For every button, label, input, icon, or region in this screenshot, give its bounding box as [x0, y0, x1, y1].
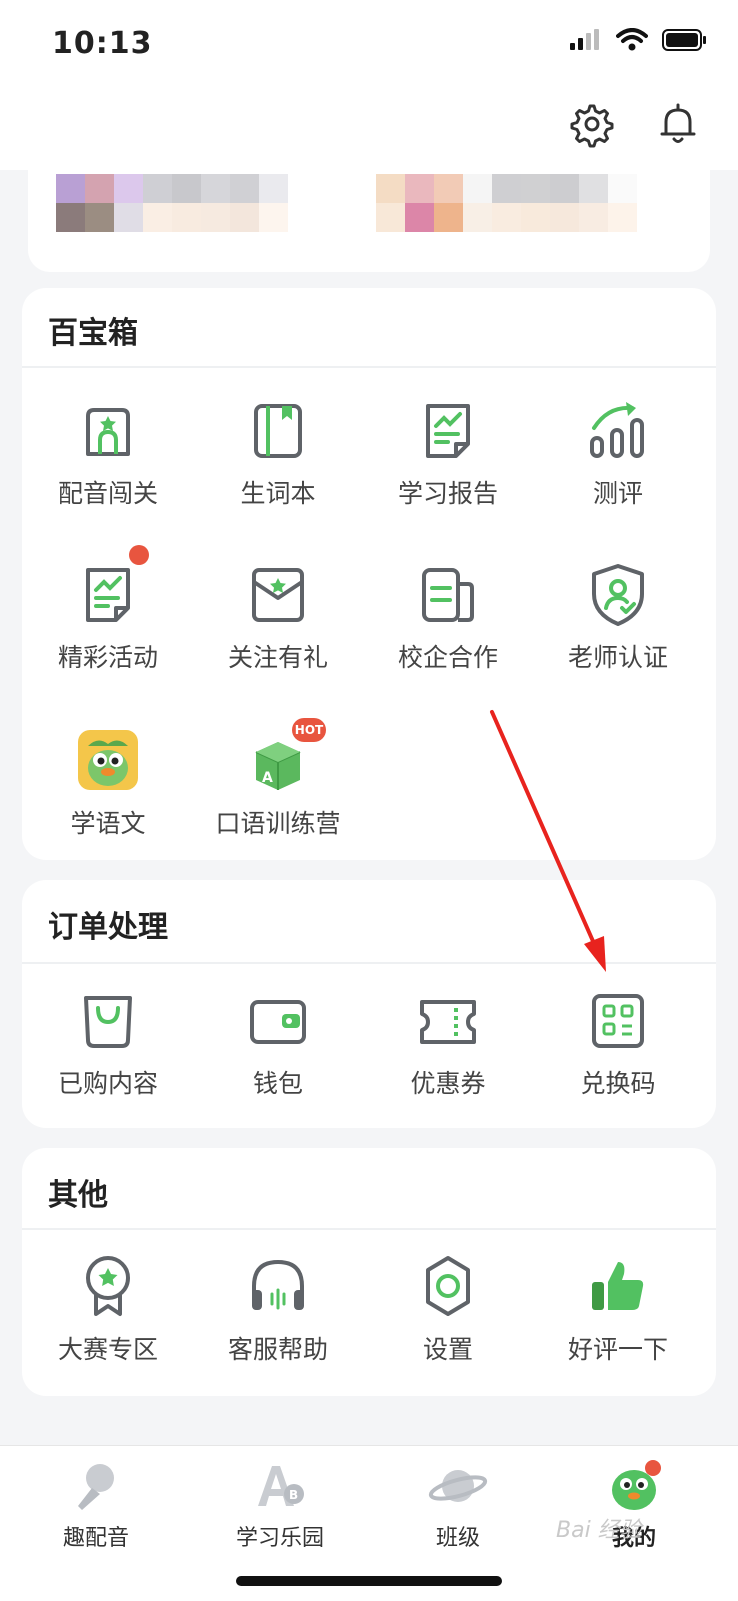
settings-gear-icon: [426, 1256, 470, 1316]
dubbing-level-icon: [86, 408, 130, 456]
tab-learning-park[interactable]: B 学习乐园: [188, 1456, 372, 1552]
status-bar: 10:13: [0, 0, 738, 90]
watermark: Bai 经验: [556, 1518, 642, 1543]
grid-item-label: 已购内容: [57, 1069, 158, 1098]
grid-item-speaking-camp[interactable]: A HOT 口语训练营: [192, 718, 364, 840]
contest-medal-icon: [86, 1256, 130, 1316]
vocabulary-book-icon: [254, 404, 302, 458]
cellular-signal-icon: [570, 29, 599, 50]
mascot-avatar-icon: [612, 1460, 661, 1510]
profile-card-blurred[interactable]: [28, 170, 710, 272]
divider: [22, 366, 716, 368]
teacher-certification-icon: [592, 564, 644, 626]
activities-icon: [86, 568, 130, 622]
grid-item-label: 大赛专区: [57, 1335, 158, 1364]
top-bar: [0, 90, 738, 170]
grid-item-vocabulary-book[interactable]: 生词本: [192, 394, 364, 510]
follow-gift-icon: [252, 568, 304, 622]
grid-item-label: 测评: [592, 479, 643, 508]
grid-item-label: 校企合作: [397, 643, 498, 672]
grid-item-wallet[interactable]: 钱包: [192, 984, 364, 1100]
abc-letters-icon: B: [258, 1466, 304, 1506]
microphone-icon: [78, 1464, 114, 1510]
coupon-icon: [420, 1000, 476, 1044]
grid-item-purchased[interactable]: 已购内容: [22, 984, 194, 1100]
section-title: 百宝箱: [48, 316, 138, 351]
grid-item-label: 生词本: [240, 479, 316, 508]
grid-item-redeem-code[interactable]: 兑换码: [532, 984, 704, 1100]
tab-label: 趣配音: [62, 1526, 129, 1551]
grid-item-settings[interactable]: 设置: [362, 1250, 534, 1366]
grid-item-coupon[interactable]: 优惠券: [362, 984, 534, 1100]
grid-item-label: 兑换码: [580, 1069, 656, 1098]
grid-item-study-report[interactable]: 学习报告: [362, 394, 534, 510]
assessment-icon: [590, 402, 644, 458]
tab-dubbing[interactable]: 趣配音: [4, 1456, 188, 1552]
grid-item-good-review[interactable]: 好评一下: [532, 1250, 704, 1366]
grid-item-label: 好评一下: [567, 1335, 668, 1364]
grid-item-label: 精彩活动: [57, 643, 158, 672]
planet-icon: [428, 1470, 488, 1502]
school-cooperation-icon: [422, 568, 474, 622]
customer-service-headset-icon: [252, 1259, 304, 1310]
other-card: 其他 大赛专区 客服帮助 设置 好评一下: [22, 1148, 716, 1396]
purchased-bag-icon: [84, 996, 132, 1048]
tab-label: 学习乐园: [235, 1526, 324, 1551]
divider: [22, 962, 716, 964]
battery-icon: [662, 29, 706, 51]
wallet-icon: [250, 1000, 306, 1044]
wifi-icon: [616, 28, 648, 51]
hot-badge: HOT: [292, 718, 326, 742]
grid-item-label: 客服帮助: [227, 1335, 328, 1364]
tab-label: 班级: [435, 1526, 480, 1551]
grid-item-label: 优惠券: [410, 1069, 486, 1098]
orders-card: 订单处理 已购内容 钱包 优惠券 兑换码: [22, 880, 716, 1128]
notification-bell-icon[interactable]: [654, 100, 702, 148]
learn-chinese-app-icon: [78, 730, 138, 790]
grid-item-teacher-certification[interactable]: 老师认证: [532, 558, 704, 674]
toolbox-card: 百宝箱 配音闯关 生词本 学习报告 测评 精彩活动 关注有礼 校企合作 老师认证…: [22, 288, 716, 860]
section-title: 订单处理: [48, 910, 168, 945]
profile-avatar-blurred: [56, 174, 288, 232]
grid-item-dubbing-level[interactable]: 配音闯关: [22, 394, 194, 510]
grid-item-assessment[interactable]: 测评: [532, 394, 704, 510]
grid-item-label: 口语训练营: [215, 809, 341, 838]
divider: [22, 1228, 716, 1230]
study-report-icon: [426, 404, 470, 458]
profile-info-blurred: [376, 174, 666, 232]
redeem-code-icon: [592, 994, 644, 1048]
grid-item-label: 配音闯关: [57, 479, 158, 508]
settings-gear-icon[interactable]: [568, 100, 616, 148]
thumbs-up-icon: [592, 1262, 644, 1310]
home-indicator[interactable]: [236, 1576, 502, 1586]
grid-item-school-cooperation[interactable]: 校企合作: [362, 558, 534, 674]
status-time: 10:13: [52, 26, 153, 61]
grid-item-customer-service[interactable]: 客服帮助: [192, 1250, 364, 1366]
grid-item-label: 学习报告: [397, 479, 498, 508]
grid-item-learn-chinese[interactable]: 学语文: [22, 724, 194, 840]
section-title: 其他: [48, 1178, 108, 1213]
red-dot-badge-icon: [129, 545, 149, 565]
grid-item-activities[interactable]: 精彩活动: [22, 545, 194, 674]
status-icons: [568, 28, 708, 52]
grid-item-label: 老师认证: [567, 643, 668, 672]
grid-item-contest[interactable]: 大赛专区: [22, 1250, 194, 1366]
grid-item-label: 钱包: [252, 1069, 303, 1098]
svg-text:A: A: [262, 770, 273, 786]
grid-item-label: 设置: [422, 1335, 473, 1364]
grid-item-label: 学语文: [70, 809, 146, 838]
grid-item-label: 关注有礼: [227, 643, 328, 672]
tab-class[interactable]: 班级: [366, 1456, 550, 1552]
svg-text:B: B: [289, 1488, 298, 1502]
grid-item-follow-gift[interactable]: 关注有礼: [192, 558, 364, 674]
